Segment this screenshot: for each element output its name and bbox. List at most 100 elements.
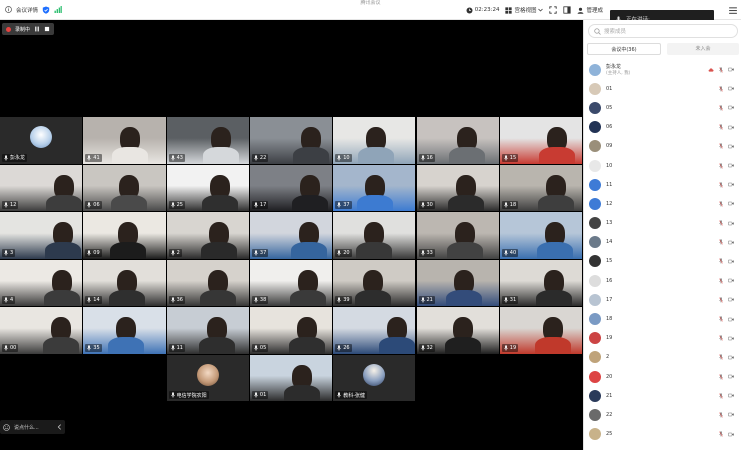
mic-muted-icon[interactable] bbox=[719, 220, 723, 226]
video-tile[interactable]: 14 bbox=[83, 259, 167, 307]
video-tile[interactable]: 31 bbox=[499, 259, 584, 307]
participant-row[interactable]: 12 bbox=[584, 194, 741, 213]
camera-icon[interactable] bbox=[728, 182, 734, 187]
mic-muted-icon[interactable] bbox=[719, 393, 723, 399]
video-tile[interactable]: 33 bbox=[416, 212, 500, 260]
participant-row[interactable]: 19 bbox=[584, 329, 741, 348]
camera-icon[interactable] bbox=[728, 221, 734, 226]
participant-row[interactable]: 05 bbox=[584, 98, 741, 117]
mic-muted-icon[interactable] bbox=[719, 277, 723, 284]
participant-row[interactable]: 06 bbox=[584, 118, 741, 137]
camera-icon[interactable] bbox=[728, 317, 734, 322]
video-tile[interactable]: 19 bbox=[499, 307, 584, 355]
video-tile[interactable]: 电信学院农阳 bbox=[166, 354, 250, 402]
video-tile[interactable]: 11 bbox=[166, 307, 250, 355]
camera-icon[interactable] bbox=[728, 355, 734, 360]
camera-icon[interactable] bbox=[728, 412, 734, 417]
video-tile[interactable]: 32 bbox=[416, 307, 500, 355]
mic-muted-icon[interactable] bbox=[719, 201, 723, 207]
fullscreen-icon[interactable] bbox=[549, 6, 558, 14]
recording-indicator[interactable]: 录制中 bbox=[2, 23, 55, 35]
participant-row[interactable]: 20 bbox=[584, 367, 741, 386]
mic-muted-icon[interactable] bbox=[719, 335, 723, 341]
camera-icon[interactable] bbox=[728, 393, 734, 398]
video-tile[interactable]: 15 bbox=[499, 117, 584, 165]
mic-muted-icon[interactable] bbox=[719, 431, 723, 437]
video-tile[interactable]: 26 bbox=[333, 307, 417, 355]
video-tile[interactable]: 35 bbox=[83, 307, 167, 355]
cloud-icon[interactable] bbox=[708, 67, 714, 72]
camera-icon[interactable] bbox=[728, 201, 734, 206]
meeting-info-button[interactable]: 会议详情 bbox=[16, 6, 38, 14]
participant-row[interactable]: 15 bbox=[584, 252, 741, 271]
video-tile[interactable]: 38 bbox=[249, 259, 334, 307]
menu-icon[interactable] bbox=[729, 6, 737, 14]
video-tile[interactable]: 05 bbox=[249, 307, 334, 355]
video-tile[interactable]: 00 bbox=[0, 307, 84, 355]
mic-muted-icon[interactable] bbox=[719, 66, 723, 73]
chevron-left-icon[interactable] bbox=[57, 424, 62, 430]
video-tile[interactable]: 10 bbox=[333, 117, 417, 165]
video-tile[interactable]: 16 bbox=[416, 117, 500, 165]
camera-icon[interactable] bbox=[728, 240, 734, 245]
video-tile[interactable]: 18 bbox=[499, 164, 584, 212]
member-search-input[interactable]: 搜索成员 bbox=[588, 24, 738, 38]
tab-not-joined[interactable]: 未入会 bbox=[667, 43, 739, 55]
video-tile[interactable]: 彭永龙 bbox=[0, 117, 84, 165]
host-manage-button[interactable]: 管理成 bbox=[577, 6, 603, 14]
video-tile[interactable]: 17 bbox=[249, 164, 334, 212]
video-tile[interactable]: 43 bbox=[166, 117, 250, 165]
participant-row[interactable]: 17 bbox=[584, 290, 741, 309]
video-tile[interactable]: 40 bbox=[499, 212, 584, 260]
camera-icon[interactable] bbox=[728, 163, 734, 168]
video-tile[interactable]: 30 bbox=[416, 164, 500, 212]
video-tile[interactable]: 06 bbox=[83, 164, 167, 212]
smile-icon[interactable] bbox=[3, 423, 10, 431]
camera-icon[interactable] bbox=[728, 86, 734, 91]
camera-icon[interactable] bbox=[728, 259, 734, 264]
camera-icon[interactable] bbox=[728, 432, 734, 437]
video-tile[interactable]: 09 bbox=[83, 212, 167, 260]
info-icon[interactable] bbox=[5, 6, 12, 13]
shield-icon[interactable] bbox=[42, 5, 50, 14]
camera-icon[interactable] bbox=[728, 105, 734, 110]
video-tile[interactable]: 4 bbox=[0, 259, 84, 307]
video-tile[interactable]: 教科-张健 bbox=[333, 354, 417, 402]
camera-icon[interactable] bbox=[728, 278, 734, 283]
participant-row[interactable]: 01 bbox=[584, 79, 741, 98]
signal-icon[interactable] bbox=[54, 6, 62, 13]
camera-icon[interactable] bbox=[728, 297, 734, 302]
mic-muted-icon[interactable] bbox=[719, 86, 723, 92]
mic-muted-icon[interactable] bbox=[719, 412, 723, 418]
stop-icon[interactable] bbox=[44, 26, 50, 32]
tab-in-meeting[interactable]: 会议中(36) bbox=[587, 43, 661, 55]
mic-muted-icon[interactable] bbox=[719, 373, 723, 380]
participant-row[interactable]: 彭永龙 (主持人, 我) bbox=[584, 60, 741, 79]
video-tile[interactable]: 41 bbox=[83, 117, 167, 165]
camera-icon[interactable] bbox=[728, 374, 734, 379]
video-tile[interactable]: 2 bbox=[166, 212, 250, 260]
video-tile[interactable]: 37 bbox=[333, 164, 417, 212]
camera-icon[interactable] bbox=[728, 144, 734, 149]
video-tile[interactable]: 20 bbox=[333, 212, 417, 260]
video-tile[interactable]: 25 bbox=[166, 164, 250, 212]
participant-row[interactable]: 11 bbox=[584, 175, 741, 194]
mic-muted-icon[interactable] bbox=[719, 105, 723, 111]
camera-icon[interactable] bbox=[728, 67, 734, 72]
mic-muted-icon[interactable] bbox=[719, 239, 723, 246]
mic-muted-icon[interactable] bbox=[719, 143, 723, 150]
participant-row[interactable]: 21 bbox=[584, 386, 741, 405]
participant-row[interactable]: 13 bbox=[584, 214, 741, 233]
mic-muted-icon[interactable] bbox=[719, 297, 723, 303]
mic-muted-icon[interactable] bbox=[719, 258, 723, 265]
mic-muted-icon[interactable] bbox=[719, 182, 723, 188]
video-tile[interactable]: 01 bbox=[249, 354, 334, 402]
video-tile[interactable]: 12 bbox=[0, 164, 84, 212]
participant-row[interactable]: 14 bbox=[584, 233, 741, 252]
video-tile[interactable]: 36 bbox=[166, 259, 250, 307]
video-tile[interactable]: 21 bbox=[416, 259, 500, 307]
camera-icon[interactable] bbox=[728, 336, 734, 341]
participant-row[interactable]: 10 bbox=[584, 156, 741, 175]
mic-muted-icon[interactable] bbox=[719, 316, 723, 322]
mic-muted-icon[interactable] bbox=[719, 162, 723, 169]
